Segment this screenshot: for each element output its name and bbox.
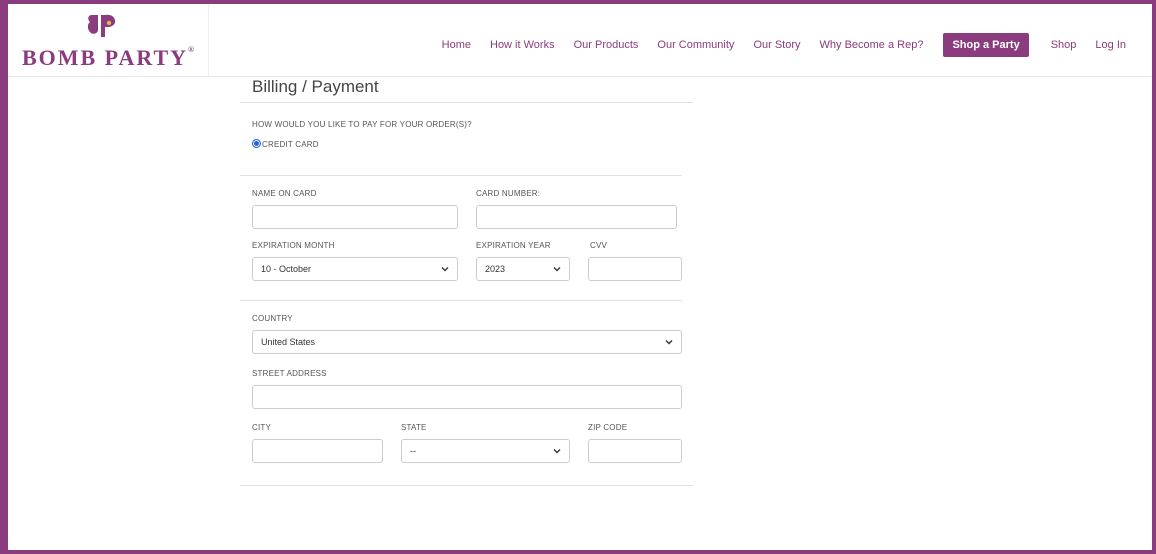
exp-month-label: EXPIRATION MONTH bbox=[252, 241, 335, 250]
cvv-input[interactable] bbox=[588, 257, 682, 281]
section-divider bbox=[240, 175, 682, 176]
section-divider bbox=[240, 300, 682, 301]
shop-a-party-button[interactable]: Shop a Party bbox=[943, 33, 1029, 57]
brand-logo[interactable]: BOMB PARTY® bbox=[8, 4, 209, 76]
chevron-down-icon bbox=[553, 267, 561, 272]
exp-year-select[interactable]: 2023 bbox=[476, 257, 570, 281]
cvv-label: CVV bbox=[590, 241, 608, 250]
country-value: United States bbox=[261, 337, 316, 347]
state-label: STATE bbox=[401, 423, 427, 432]
street-address-label: STREET ADDRESS bbox=[252, 369, 327, 378]
brand-wordmark: BOMB PARTY® bbox=[21, 45, 195, 70]
street-address-input[interactable] bbox=[252, 385, 682, 409]
zip-code-input[interactable] bbox=[588, 439, 682, 463]
city-label: CITY bbox=[252, 423, 272, 432]
exp-month-select[interactable]: 10 - October bbox=[252, 257, 458, 281]
country-label: COUNTRY bbox=[252, 314, 293, 323]
nav-home[interactable]: Home bbox=[442, 39, 471, 51]
nav-login[interactable]: Log In bbox=[1095, 39, 1126, 51]
site-header: BOMB PARTY® Home How it Works Our Produc… bbox=[8, 4, 1152, 77]
country-select[interactable]: United States bbox=[252, 330, 682, 354]
card-number-label: CARD NUMBER: bbox=[476, 189, 541, 198]
nav-our-story[interactable]: Our Story bbox=[753, 39, 800, 51]
state-value: -- bbox=[410, 446, 416, 456]
city-input[interactable] bbox=[252, 439, 383, 463]
card-number-input[interactable] bbox=[476, 205, 677, 229]
nav-our-community[interactable]: Our Community bbox=[657, 39, 734, 51]
nav-shop[interactable]: Shop bbox=[1051, 39, 1077, 51]
credit-card-radio-label[interactable]: CREDIT CARD bbox=[262, 140, 319, 149]
nav-how-it-works[interactable]: How it Works bbox=[490, 39, 555, 51]
name-on-card-label: NAME ON CARD bbox=[252, 189, 317, 198]
name-on-card-input[interactable] bbox=[252, 205, 458, 229]
page-title: Billing / Payment bbox=[240, 77, 693, 103]
state-select[interactable]: -- bbox=[401, 439, 570, 463]
logo-mark-icon bbox=[87, 14, 116, 37]
zip-code-label: ZIP CODE bbox=[588, 423, 628, 432]
credit-card-radio[interactable] bbox=[252, 139, 261, 148]
chevron-down-icon bbox=[441, 267, 449, 272]
exp-month-value: 10 - October bbox=[261, 264, 312, 274]
payment-method-question: HOW WOULD YOU LIKE TO PAY FOR YOUR ORDER… bbox=[252, 120, 472, 129]
chevron-down-icon bbox=[553, 449, 561, 454]
main-nav: Home How it Works Our Products Our Commu… bbox=[423, 33, 1126, 57]
exp-year-value: 2023 bbox=[485, 264, 506, 274]
chevron-down-icon bbox=[665, 340, 673, 345]
nav-why-become-rep[interactable]: Why Become a Rep? bbox=[820, 39, 924, 51]
form-bottom-divider bbox=[240, 485, 693, 486]
exp-year-label: EXPIRATION YEAR bbox=[476, 241, 551, 250]
nav-our-products[interactable]: Our Products bbox=[574, 39, 639, 51]
